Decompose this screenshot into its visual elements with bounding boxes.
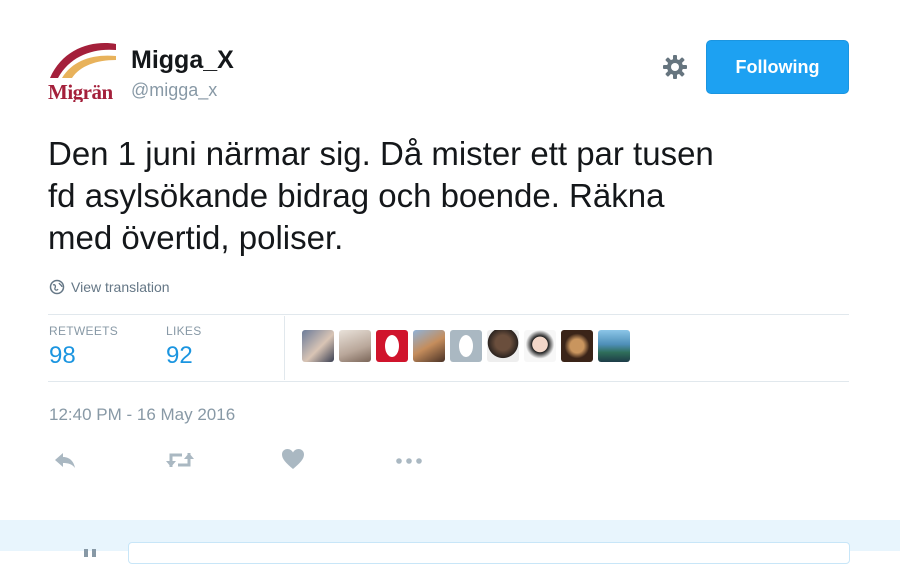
reply-input[interactable] (128, 542, 850, 564)
view-translation-label[interactable]: View translation (71, 279, 170, 295)
stats-divider (284, 316, 285, 380)
tweet-text-line: fd asylsökande bidrag och boende. Räkna (48, 177, 665, 214)
likes-label: LIKES (166, 324, 202, 338)
likes-count[interactable]: 92 (166, 342, 202, 370)
tweet-card: Migrän Migga_X @migga_x Following Den 1 … (0, 0, 900, 520)
display-name[interactable]: Migga_X (131, 46, 234, 75)
tweet-actions (49, 448, 449, 478)
like-icon[interactable] (281, 448, 305, 475)
liker-avatar[interactable] (339, 330, 371, 362)
gear-icon[interactable] (660, 52, 690, 82)
liker-avatar[interactable] (561, 330, 593, 362)
username[interactable]: @migga_x (131, 80, 217, 101)
liker-avatar[interactable] (376, 330, 408, 362)
more-icon[interactable] (394, 448, 424, 477)
view-translation-link[interactable]: View translation (49, 279, 170, 295)
user-avatar[interactable]: Migrän (48, 38, 118, 102)
retweets-count[interactable]: 98 (49, 342, 118, 370)
retweets-label: RETWEETS (49, 324, 119, 338)
avatar-logo-swoosh (50, 43, 116, 78)
reply-bar (0, 520, 900, 564)
likers-avatar-list (302, 330, 630, 362)
tweet-text-line: Den 1 juni närmar sig. Då mister ett par… (48, 135, 714, 172)
tweet-text-line: med övertid, poliser. (48, 219, 344, 256)
reply-avatar-icon (70, 544, 114, 564)
retweets-stat[interactable]: RETWEETS 98 (49, 324, 118, 370)
divider (48, 314, 849, 315)
liker-avatar[interactable] (598, 330, 630, 362)
retweet-icon[interactable] (164, 448, 196, 477)
following-button[interactable]: Following (706, 40, 849, 94)
likes-stat[interactable]: LIKES 92 (166, 324, 202, 370)
globe-icon (49, 279, 65, 295)
tweet-timestamp[interactable]: 12:40 PM - 16 May 2016 (49, 405, 235, 425)
liker-avatar[interactable] (413, 330, 445, 362)
liker-avatar[interactable] (487, 330, 519, 362)
reply-icon[interactable] (52, 448, 78, 477)
avatar-brand-text: Migrän (48, 80, 113, 102)
liker-avatar[interactable] (302, 330, 334, 362)
liker-avatar[interactable] (450, 330, 482, 362)
liker-avatar[interactable] (524, 330, 556, 362)
divider (48, 381, 849, 382)
tweet-text: Den 1 juni närmar sig. Då mister ett par… (48, 133, 868, 259)
